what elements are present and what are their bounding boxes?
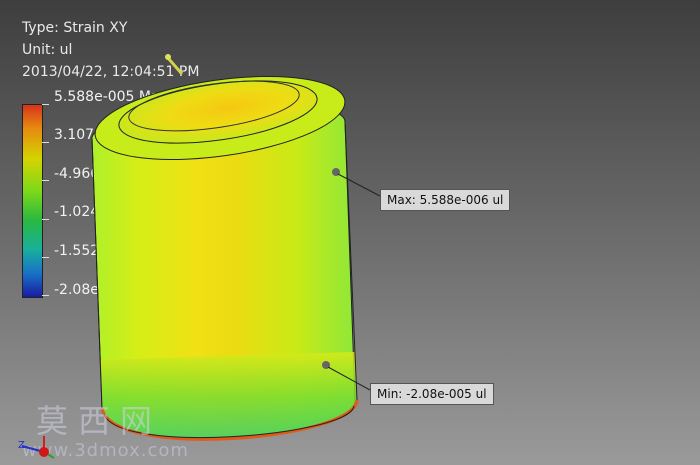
min-probe-label[interactable]: Min: -2.08e-005 ul bbox=[370, 383, 494, 405]
max-probe-label[interactable]: Max: 5.588e-006 ul bbox=[380, 189, 511, 211]
triad-pin bbox=[166, 57, 184, 75]
graphics-viewport[interactable]: Type: Strain XY Unit: ul 2013/04/22, 12:… bbox=[0, 0, 700, 465]
view-triad-icon[interactable]: Z bbox=[14, 430, 64, 464]
triad-pin-head bbox=[165, 54, 171, 60]
svg-text:Z: Z bbox=[18, 440, 25, 451]
